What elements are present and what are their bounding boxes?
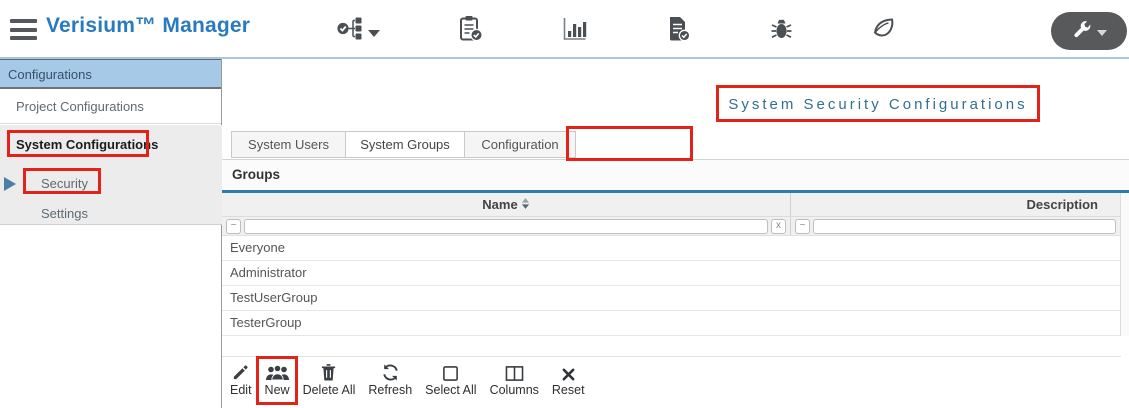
table-filter-row: ~ x ~	[222, 217, 1120, 236]
tab-configuration[interactable]: Configuration	[465, 131, 576, 158]
report-check-icon	[666, 15, 691, 45]
reset-button[interactable]: Reset	[552, 361, 585, 397]
sidebar-header: Configurations	[0, 59, 221, 89]
reset-label: Reset	[552, 383, 585, 397]
tab-system-groups[interactable]: System Groups	[346, 131, 465, 158]
delete-all-button[interactable]: Delete All	[303, 361, 356, 397]
description-filter-matchmode-button[interactable]: ~	[795, 219, 810, 234]
group-description-cell	[790, 261, 1120, 285]
group-name-cell: Administrator	[222, 261, 790, 285]
table-row[interactable]: TesterGroup	[222, 311, 1120, 336]
group-description-cell	[790, 236, 1120, 260]
delete-all-label: Delete All	[303, 383, 356, 397]
sidebar-group-system: System Configurations Security Settings	[0, 125, 222, 225]
bar-chart-icon	[561, 16, 588, 44]
group-name-cell: Everyone	[222, 236, 790, 260]
report-check-button[interactable]	[656, 14, 700, 46]
group-name-cell: TesterGroup	[222, 311, 790, 335]
users-icon	[265, 361, 290, 382]
sort-icon	[521, 197, 530, 213]
refresh-icon	[381, 361, 400, 382]
leaf-button[interactable]	[861, 14, 905, 46]
menu-icon[interactable]	[10, 19, 37, 40]
selected-arrow-icon	[4, 177, 16, 191]
table-row[interactable]: Everyone	[222, 236, 1120, 261]
wrench-icon	[1071, 19, 1093, 44]
tab-bar: System Users System Groups Configuration	[231, 131, 576, 158]
table-scrollbar-gutter[interactable]	[1121, 193, 1129, 336]
refresh-label: Refresh	[368, 383, 412, 397]
groups-panel-header: Groups	[222, 159, 1129, 190]
name-filter-clear-button[interactable]: x	[771, 219, 786, 234]
name-filter-cell: ~ x	[222, 217, 790, 235]
name-filter-input[interactable]	[244, 219, 768, 234]
sidebar-item-system-configurations[interactable]: System Configurations	[0, 131, 222, 159]
flow-check-dropdown-button[interactable]	[336, 14, 380, 46]
bar-chart-button[interactable]	[552, 14, 596, 46]
groups-table: Name Description ~ x ~	[222, 193, 1121, 336]
table-row[interactable]: Administrator	[222, 261, 1120, 286]
columns-button[interactable]: Columns	[490, 361, 539, 397]
description-filter-input[interactable]	[813, 219, 1116, 234]
pencil-icon	[231, 361, 250, 382]
group-name-cell: TestUserGroup	[222, 286, 790, 310]
columns-label: Columns	[490, 383, 539, 397]
admin-tools-button[interactable]	[1051, 12, 1127, 50]
top-bar: Verisium™ Manager	[0, 0, 1129, 59]
sidebar-item-security-label: Security	[41, 176, 88, 191]
verisium-manager-window: Verisium™ Manager	[0, 0, 1129, 408]
new-button[interactable]: New	[265, 361, 290, 397]
column-header-description[interactable]: Description	[790, 193, 1120, 216]
table-row[interactable]: TestUserGroup	[222, 286, 1120, 311]
refresh-button[interactable]: Refresh	[368, 361, 412, 397]
app-title: Verisium™ Manager	[46, 14, 250, 38]
sidebar: Configurations Project Configurations Sy…	[0, 59, 222, 408]
edit-button[interactable]: Edit	[230, 361, 252, 397]
column-header-name-label: Name	[482, 197, 517, 212]
bug-icon	[769, 16, 794, 44]
edit-label: Edit	[230, 383, 252, 397]
flow-check-icon	[336, 16, 363, 44]
clipboard-check-button[interactable]	[448, 14, 492, 46]
select-all-button[interactable]: Select All	[425, 361, 476, 397]
chevron-down-icon	[368, 30, 380, 37]
sidebar-item-project-configurations[interactable]: Project Configurations	[0, 89, 221, 124]
group-description-cell	[790, 286, 1120, 310]
select-all-label: Select All	[425, 383, 476, 397]
group-description-cell	[790, 311, 1120, 335]
page-title: System Security Configurations	[716, 86, 1040, 122]
table-header-row: Name Description	[222, 193, 1120, 217]
new-label: New	[265, 383, 290, 397]
columns-icon	[505, 361, 524, 382]
column-header-name[interactable]: Name	[222, 193, 790, 216]
name-filter-matchmode-button[interactable]: ~	[226, 219, 241, 234]
tab-system-users[interactable]: System Users	[231, 131, 346, 158]
table-toolbar: Edit New	[222, 356, 1121, 397]
sidebar-item-settings[interactable]: Settings	[0, 201, 222, 227]
x-icon	[561, 361, 576, 382]
description-filter-cell: ~	[790, 217, 1120, 235]
checkbox-icon	[442, 361, 459, 382]
trash-icon	[320, 361, 337, 382]
sidebar-item-security[interactable]: Security	[0, 171, 222, 197]
chevron-down-icon	[1097, 30, 1107, 36]
clipboard-check-icon	[458, 15, 483, 45]
bug-button[interactable]	[759, 14, 803, 46]
leaf-icon	[870, 16, 897, 44]
main-content: System Security Configurations System Us…	[222, 59, 1129, 408]
